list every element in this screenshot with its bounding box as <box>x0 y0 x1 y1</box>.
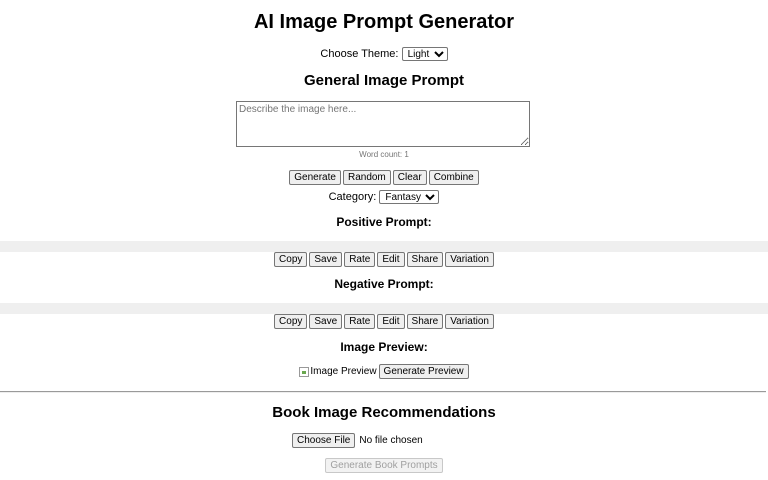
image-preview-heading: Image Preview: <box>340 340 428 354</box>
general-button-row: Generate Random Clear Combine <box>0 170 768 185</box>
broken-image-icon <box>299 366 310 377</box>
combine-button[interactable]: Combine <box>428 170 479 185</box>
random-button[interactable]: Random <box>342 170 391 185</box>
theme-row: Choose Theme: Light <box>0 47 768 61</box>
positive-rate-button[interactable]: Rate <box>344 252 376 267</box>
positive-button-row: Copy Save Rate Edit Share Variation <box>0 252 768 267</box>
negative-prompt-output <box>0 303 768 314</box>
negative-variation-button[interactable]: Variation <box>445 314 494 329</box>
page-title: AI Image Prompt Generator <box>253 11 515 33</box>
category-label: Category: <box>328 191 377 203</box>
choose-file-button[interactable]: Choose File <box>292 433 356 448</box>
category-row: Category: Fantasy <box>0 190 768 204</box>
image-preview-row: Image Preview Generate Preview <box>0 364 768 379</box>
positive-share-button[interactable]: Share <box>406 252 444 267</box>
negative-share-button[interactable]: Share <box>406 314 444 329</box>
positive-save-button[interactable]: Save <box>309 252 343 267</box>
generate-book-prompts-button[interactable]: Generate Book Prompts <box>325 458 443 473</box>
positive-prompt-output <box>0 241 768 252</box>
generate-button[interactable]: Generate <box>289 170 341 185</box>
negative-save-button[interactable]: Save <box>309 314 343 329</box>
negative-prompt-heading: Negative Prompt: <box>334 277 434 291</box>
theme-select[interactable]: Light <box>401 47 448 61</box>
image-preview-alt: Image Preview <box>310 366 377 377</box>
negative-button-row: Copy Save Rate Edit Share Variation <box>0 314 768 329</box>
book-recommendations-heading: Book Image Recommendations <box>272 404 496 421</box>
negative-edit-button[interactable]: Edit <box>377 314 405 329</box>
file-status: No file chosen <box>359 435 423 446</box>
file-upload[interactable]: Choose File No file chosen <box>292 433 423 448</box>
image-preview: Image Preview <box>299 366 377 377</box>
generate-preview-button[interactable]: Generate Preview <box>378 364 469 379</box>
general-prompt-heading: General Image Prompt <box>303 72 465 89</box>
positive-prompt-heading: Positive Prompt: <box>336 215 432 229</box>
category-select[interactable]: Fantasy <box>379 190 440 204</box>
theme-label: Choose Theme: <box>320 48 399 60</box>
negative-copy-button[interactable]: Copy <box>274 314 308 329</box>
section-divider <box>0 391 766 393</box>
book-button-row: Generate Book Prompts <box>0 458 768 473</box>
negative-rate-button[interactable]: Rate <box>344 314 376 329</box>
clear-button[interactable]: Clear <box>392 170 427 185</box>
word-count: Word count: 1 <box>359 150 409 159</box>
positive-variation-button[interactable]: Variation <box>445 252 494 267</box>
image-description-input[interactable] <box>236 101 530 147</box>
positive-edit-button[interactable]: Edit <box>377 252 405 267</box>
positive-copy-button[interactable]: Copy <box>274 252 308 267</box>
